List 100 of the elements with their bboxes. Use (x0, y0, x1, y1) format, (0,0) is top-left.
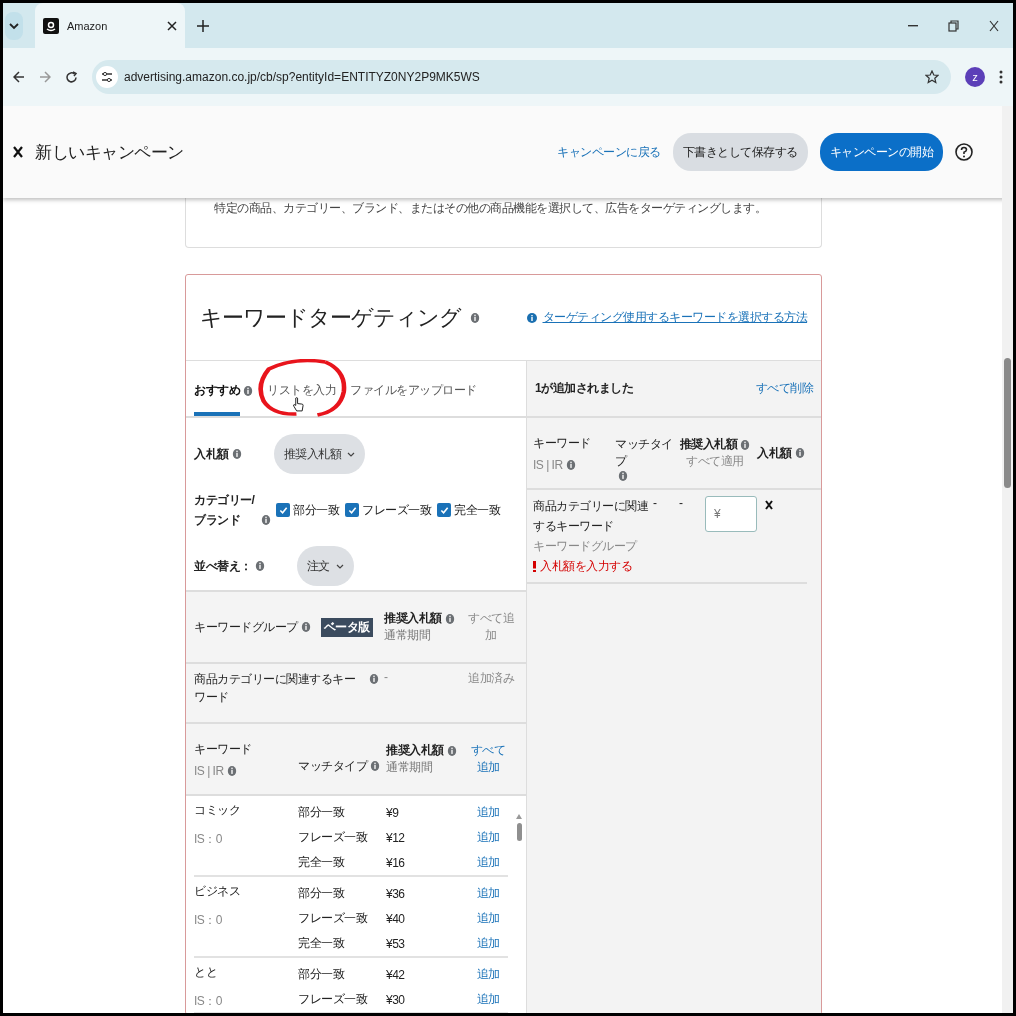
checkbox[interactable] (276, 503, 290, 517)
column-header: 推奨入札額 (386, 742, 444, 759)
info-icon (444, 612, 455, 625)
info-icon (231, 448, 242, 460)
bid-label: 入札額 (194, 445, 229, 463)
tab[interactable]: ファイルをアップロード (350, 365, 477, 416)
column-header: キーワードグループ (194, 618, 298, 636)
info-icon (300, 621, 311, 633)
info-icon (618, 470, 628, 482)
add-all-link[interactable]: すべて追加 (466, 742, 510, 776)
reload-icon[interactable] (65, 70, 78, 84)
bid-input-field[interactable]: ¥ (705, 496, 757, 532)
back-icon[interactable] (13, 71, 25, 83)
info-icon (446, 744, 457, 757)
chevron-down-icon (347, 451, 355, 457)
add-all-text: すべて追加 (468, 610, 514, 644)
profile-avatar[interactable]: ｚ (965, 67, 985, 87)
column-header: キーワード (533, 434, 592, 452)
add-link[interactable]: 追加 (466, 966, 510, 983)
table-cell-text: - (653, 496, 658, 510)
close-icon[interactable] (989, 19, 999, 32)
checkbox-label: 完全一致 (454, 501, 500, 519)
column-header: 推奨入札額 (679, 436, 738, 453)
close-icon[interactable] (13, 146, 23, 158)
tab-title: Amazon (67, 19, 109, 32)
new-tab-icon[interactable] (197, 19, 209, 32)
page-title: 新しいキャンペーン (35, 141, 184, 164)
bid-text: ¥9 (386, 805, 400, 820)
browser-tab[interactable]: Amazon (35, 3, 185, 48)
close-icon[interactable] (167, 20, 177, 31)
impression-share-text: IS：0 (194, 912, 223, 929)
restore-icon[interactable] (948, 19, 959, 32)
tab-list-icon[interactable] (5, 11, 23, 40)
add-link[interactable]: 追加 (466, 885, 510, 902)
bid-text: ¥16 (386, 855, 406, 870)
sort-label: 並べ替え： (194, 557, 252, 575)
bid-text: ¥53 (386, 936, 406, 951)
section-title: キーワードターゲティング (200, 303, 461, 332)
table-cell-text: 商品カテゴリーに関連するキーワード (194, 671, 356, 706)
help-icon[interactable] (955, 143, 973, 161)
scrollbar[interactable] (1002, 106, 1013, 1013)
match-type-text: フレーズ一致 (298, 829, 369, 846)
table-cell-text: - (384, 670, 389, 684)
status-text: 追加済み (468, 670, 514, 687)
column-header: 入札額 (757, 444, 792, 462)
add-link[interactable]: 追加 (466, 854, 510, 871)
help-link[interactable]: ターゲティング使用するキーワードを選択する方法 (542, 309, 807, 326)
info-icon (370, 760, 380, 772)
bookmark-star-icon[interactable] (925, 70, 939, 84)
remove-icon[interactable] (765, 500, 773, 510)
checkbox[interactable] (437, 503, 451, 517)
menu-icon[interactable] (999, 70, 1003, 84)
bid-dropdown[interactable]: 推奨入札額 (273, 434, 365, 474)
site-settings-icon[interactable] (96, 66, 118, 88)
tab[interactable]: リストを入力 (267, 365, 336, 416)
forward-icon[interactable] (39, 71, 51, 83)
url-text: advertising.amazon.co.jp/cb/sp?entityId=ENTITYZ0NY2P9MK5WS (124, 70, 480, 84)
column-subheader: 通常期間 (384, 627, 431, 644)
back-to-campaigns-link[interactable]: キャンペーンに戻る (557, 143, 661, 161)
match-type-text: 部分一致 (298, 804, 346, 821)
hand-cursor-icon (293, 397, 304, 412)
category-label: カテゴリー/ブランド (194, 492, 256, 529)
info-icon (565, 458, 576, 471)
chevron-down-icon (335, 563, 344, 569)
bid-text: ¥42 (386, 967, 406, 982)
keyword-text: 商品カテゴリーに関連するキーワード (533, 498, 649, 535)
add-link[interactable]: 追加 (466, 991, 510, 1008)
add-link[interactable]: 追加 (466, 910, 510, 927)
add-link[interactable]: 追加 (466, 804, 510, 821)
column-header: 推奨入札額 (384, 610, 442, 627)
checkbox-label: フレーズ一致 (362, 501, 431, 519)
bid-text: ¥30 (386, 992, 406, 1007)
minimize-icon[interactable] (908, 24, 918, 27)
checkbox[interactable] (345, 503, 359, 517)
column-subheader: IS | IR (533, 457, 563, 472)
column-subheader: 通常期間 (386, 759, 433, 776)
column-header: マッチタイプ (615, 436, 674, 470)
match-type-text: 部分一致 (298, 966, 346, 983)
match-type-text: フレーズ一致 (298, 991, 369, 1008)
bid-text: ¥36 (386, 886, 406, 901)
remove-all-link[interactable]: すべて削除 (755, 380, 813, 397)
match-type-text: フレーズ一致 (298, 910, 369, 927)
info-icon (261, 514, 271, 526)
warning-icon (533, 560, 536, 572)
save-draft-button[interactable]: 下書きとして保存する (672, 133, 808, 171)
apply-all-text: すべて適用 (686, 453, 744, 470)
impression-share-text: IS：0 (194, 993, 223, 1010)
keyword-type-text: キーワードグループ (533, 538, 639, 555)
add-link[interactable]: 追加 (466, 935, 510, 952)
tab[interactable]: おすすめ (194, 365, 240, 416)
match-type-text: 部分一致 (298, 885, 346, 902)
sort-dropdown[interactable]: 注文 (296, 546, 354, 586)
info-icon (526, 312, 537, 323)
address-bar[interactable]: advertising.amazon.co.jp/cb/sp?entityId=ENTITYZ0NY2P9MK5WS (92, 60, 951, 94)
table-cell-text: - (679, 496, 684, 510)
add-link[interactable]: 追加 (466, 829, 510, 846)
beta-badge: ベータ版 (320, 617, 373, 637)
keyword-text: コミック (194, 802, 241, 819)
launch-campaign-button[interactable]: キャンペーンの開始 (819, 133, 943, 171)
info-icon (369, 673, 379, 685)
